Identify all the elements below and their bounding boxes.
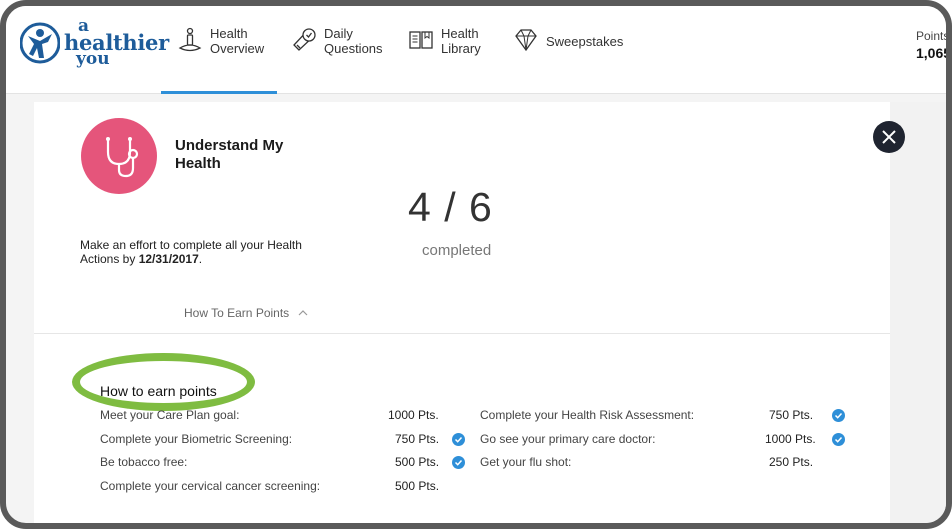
card-summary: Understand My Health Make an effort to c… [34, 102, 890, 334]
action-points: 250 Pts. [769, 455, 814, 469]
book-icon [409, 31, 433, 49]
action-points: 750 Pts. [395, 432, 440, 446]
completed-check-icon [832, 409, 845, 422]
nav-label-line1: Sweepstakes [546, 34, 624, 49]
top-nav: a healthier you Health Overview Daily Qu… [6, 6, 952, 94]
diamond-icon [515, 29, 537, 52]
logo-text-you: you [76, 49, 110, 69]
progress-label: completed [422, 242, 492, 259]
action-row: Get your flu shot: [480, 455, 572, 469]
action-row: Meet your Care Plan goal: [100, 408, 240, 422]
nav-health-overview[interactable]: Health Overview [176, 26, 264, 56]
nav-health-library[interactable]: Health Library [407, 26, 481, 56]
completed-check-icon [832, 433, 845, 446]
action-row: Complete your Biometric Screening: [100, 432, 293, 446]
action-row: Be tobacco free: [100, 455, 188, 469]
action-row: Complete your Health Risk Assessment: [480, 408, 695, 422]
nav-sweepstakes[interactable]: Sweepstakes [512, 26, 623, 54]
stethoscope-icon [106, 137, 139, 178]
checkmark-badge-icon [293, 28, 316, 51]
action-points: 750 Pts. [769, 408, 814, 422]
points-value: 1,065 [916, 45, 952, 61]
desc-suffix: . [198, 252, 203, 266]
action-row: Go see your primary care doctor: [480, 432, 656, 446]
nav-label-line2: Overview [210, 41, 265, 56]
action-points: 500 Pts. [395, 455, 440, 469]
due-date: 12/31/2017 [138, 252, 199, 266]
app-window: a healthier you Health Overview Daily Qu… [0, 0, 952, 529]
nav-label-line1: Daily [324, 26, 353, 41]
nav-label-line2: Library [441, 41, 481, 56]
points-display: Points 1,065 [916, 29, 952, 61]
completed-check-icon [452, 456, 465, 469]
nav-daily-questions[interactable]: Daily Questions [290, 26, 383, 56]
nav-label-line2: Questions [324, 41, 383, 56]
completed-check-icon [452, 433, 465, 446]
action-points: 500 Pts. [395, 479, 440, 493]
highlight-circle [72, 353, 255, 411]
how-to-earn-toggle[interactable]: How To Earn Points [184, 306, 309, 320]
nav-active-indicator [161, 91, 277, 94]
background-panel [890, 102, 946, 523]
card-title: Understand My Health [175, 137, 284, 172]
close-button[interactable] [873, 121, 905, 153]
health-action-card: Understand My Health Make an effort to c… [34, 102, 890, 523]
action-row: Complete your cervical cancer screening: [100, 479, 321, 493]
stethoscope-badge [81, 118, 157, 194]
progress-count: 4 / 6 [408, 184, 493, 230]
nav-label-line1: Health [210, 26, 248, 41]
action-points: 1000 Pts. [765, 432, 816, 446]
toggle-label: How To Earn Points [184, 306, 290, 320]
chevron-up-icon [298, 310, 307, 316]
points-label: Points [916, 29, 950, 43]
brand-logo[interactable]: a healthier you [20, 16, 169, 69]
card-description: Make an effort to complete all your Heal… [80, 238, 320, 266]
action-points: 1000 Pts. [388, 408, 439, 422]
user-health-icon [178, 27, 202, 52]
earn-points-section: How to earn points Meet your Care Plan g… [34, 334, 890, 523]
nav-label-line1: Health [441, 26, 479, 41]
logo-figure-icon [20, 22, 60, 64]
close-icon [882, 130, 896, 144]
